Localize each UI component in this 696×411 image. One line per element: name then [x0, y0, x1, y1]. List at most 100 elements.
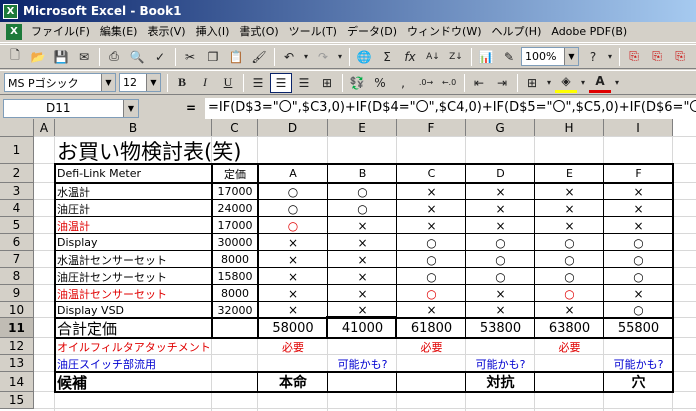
item-mark[interactable]: ○ — [399, 285, 464, 302]
candidate-value[interactable] — [330, 372, 395, 392]
sort-descending-icon[interactable]: Z↓ — [445, 47, 467, 67]
candidate-value[interactable]: 穴 — [606, 372, 671, 392]
item-mark[interactable]: × — [330, 234, 395, 251]
chart-wizard-icon[interactable]: 📊 — [475, 47, 497, 67]
oil-filter-value[interactable]: 必要 — [260, 338, 326, 355]
font-color-dropdown-icon[interactable]: ▾ — [612, 73, 622, 93]
pdf-convert-icon[interactable]: ⎘ — [623, 47, 645, 67]
item-mark[interactable]: × — [260, 268, 326, 285]
item-mark[interactable]: ○ — [468, 251, 533, 268]
item-mark[interactable]: × — [330, 268, 395, 285]
item-mark[interactable]: × — [537, 183, 602, 200]
candidate-value[interactable] — [399, 372, 464, 392]
undo-dropdown-icon[interactable]: ▾ — [301, 47, 311, 67]
decrease-indent-icon[interactable]: ⇤ — [468, 73, 490, 93]
candidate-label[interactable]: 候補 — [57, 372, 210, 392]
item-mark[interactable]: × — [260, 285, 326, 302]
item-mark[interactable]: ○ — [606, 234, 671, 251]
fill-color-dropdown-icon[interactable]: ▾ — [578, 73, 588, 93]
row-header[interactable]: 11 — [0, 318, 34, 338]
total-value[interactable]: 63800 — [537, 318, 602, 338]
column-header[interactable]: G — [466, 119, 535, 137]
header-option[interactable]: E — [537, 164, 602, 183]
row-header[interactable]: 7 — [0, 251, 34, 268]
name-box[interactable]: D11 ▼ — [3, 99, 139, 118]
menu-edit[interactable]: 編集(E) — [95, 22, 143, 42]
menu-help[interactable]: ヘルプ(H) — [487, 22, 547, 42]
fill-color-icon[interactable]: ◈ — [555, 73, 577, 93]
item-mark[interactable]: ○ — [399, 268, 464, 285]
spelling-icon[interactable]: ✓ — [149, 47, 171, 67]
pressure-switch-value[interactable] — [260, 355, 326, 372]
pdf-mail-icon[interactable]: ⎘ — [646, 47, 668, 67]
header-option[interactable]: B — [330, 164, 395, 183]
print-icon[interactable]: ⎙ — [103, 47, 125, 67]
item-mark[interactable]: ○ — [260, 217, 326, 234]
item-mark[interactable]: × — [606, 183, 671, 200]
increase-decimal-icon[interactable]: .0→ — [415, 73, 437, 93]
comma-style-icon[interactable]: , — [392, 73, 414, 93]
insert-function-icon[interactable]: fx — [399, 47, 421, 67]
item-mark[interactable]: ○ — [606, 268, 671, 285]
select-all-corner[interactable] — [0, 119, 34, 137]
menu-window[interactable]: ウィンドウ(W) — [402, 22, 486, 42]
header-option[interactable]: F — [606, 164, 671, 183]
row-header[interactable]: 5 — [0, 217, 34, 234]
row-header[interactable]: 2 — [0, 164, 34, 183]
item-mark[interactable]: × — [260, 234, 326, 251]
pressure-switch-label[interactable]: 油圧スイッチ部流用 — [57, 355, 256, 372]
permission-icon[interactable]: ✉ — [73, 47, 95, 67]
item-mark[interactable]: × — [537, 200, 602, 217]
item-mark[interactable]: × — [468, 183, 533, 200]
pressure-switch-value[interactable] — [399, 355, 464, 372]
candidate-value[interactable] — [537, 372, 602, 392]
pdf-review-icon[interactable]: ⎘ — [669, 47, 691, 67]
chevron-down-icon[interactable]: ▼ — [564, 48, 578, 65]
item-mark[interactable]: × — [468, 200, 533, 217]
chevron-down-icon[interactable]: ▼ — [123, 100, 138, 117]
column-header[interactable]: C — [212, 119, 258, 137]
item-mark[interactable]: × — [399, 302, 464, 318]
row-header[interactable]: 12 — [0, 338, 34, 355]
item-price[interactable]: 8000 — [214, 251, 256, 268]
menu-view[interactable]: 表示(V) — [142, 22, 190, 42]
item-name[interactable]: Display VSD — [57, 302, 210, 318]
merge-center-icon[interactable]: ⊞ — [316, 73, 338, 93]
menu-file[interactable]: ファイル(F) — [26, 22, 95, 42]
bold-icon[interactable]: B — [171, 73, 193, 93]
item-price[interactable]: 15800 — [214, 268, 256, 285]
new-file-icon[interactable]: 🗋 — [4, 47, 26, 67]
borders-icon[interactable]: ⊞ — [521, 73, 543, 93]
item-price[interactable]: 32000 — [214, 302, 256, 318]
decrease-decimal-icon[interactable]: ←.0 — [438, 73, 460, 93]
row-header[interactable]: 15 — [0, 392, 34, 409]
header-price[interactable]: 定価 — [214, 164, 256, 183]
item-mark[interactable]: × — [537, 217, 602, 234]
menu-tools[interactable]: ツール(T) — [284, 22, 342, 42]
pressure-switch-value[interactable]: 可能かも? — [606, 355, 671, 372]
item-price[interactable]: 30000 — [214, 234, 256, 251]
item-mark[interactable]: ○ — [399, 234, 464, 251]
header-item[interactable]: Defi-Link Meter — [57, 164, 210, 183]
print-preview-icon[interactable]: 🔍 — [126, 47, 148, 67]
row-header[interactable]: 8 — [0, 268, 34, 285]
sort-ascending-icon[interactable]: A↓ — [422, 47, 444, 67]
total-value[interactable]: 55800 — [606, 318, 671, 338]
row-header[interactable]: 4 — [0, 200, 34, 217]
italic-icon[interactable]: I — [194, 73, 216, 93]
oil-filter-value[interactable] — [468, 338, 533, 355]
underline-icon[interactable]: U — [217, 73, 239, 93]
menu-insert[interactable]: 挿入(I) — [191, 22, 235, 42]
help-icon[interactable]: ? — [582, 47, 604, 67]
save-icon[interactable]: 💾 — [50, 47, 72, 67]
menu-format[interactable]: 書式(O) — [234, 22, 283, 42]
percent-icon[interactable]: % — [369, 73, 391, 93]
oil-filter-value[interactable]: 必要 — [399, 338, 464, 355]
total-value[interactable]: 53800 — [468, 318, 533, 338]
item-mark[interactable]: ○ — [260, 200, 326, 217]
item-mark[interactable]: × — [606, 200, 671, 217]
align-left-icon[interactable]: ☰ — [247, 73, 269, 93]
currency-icon[interactable]: 💱 — [346, 73, 368, 93]
align-right-icon[interactable]: ☰ — [293, 73, 315, 93]
row-header[interactable]: 3 — [0, 183, 34, 200]
